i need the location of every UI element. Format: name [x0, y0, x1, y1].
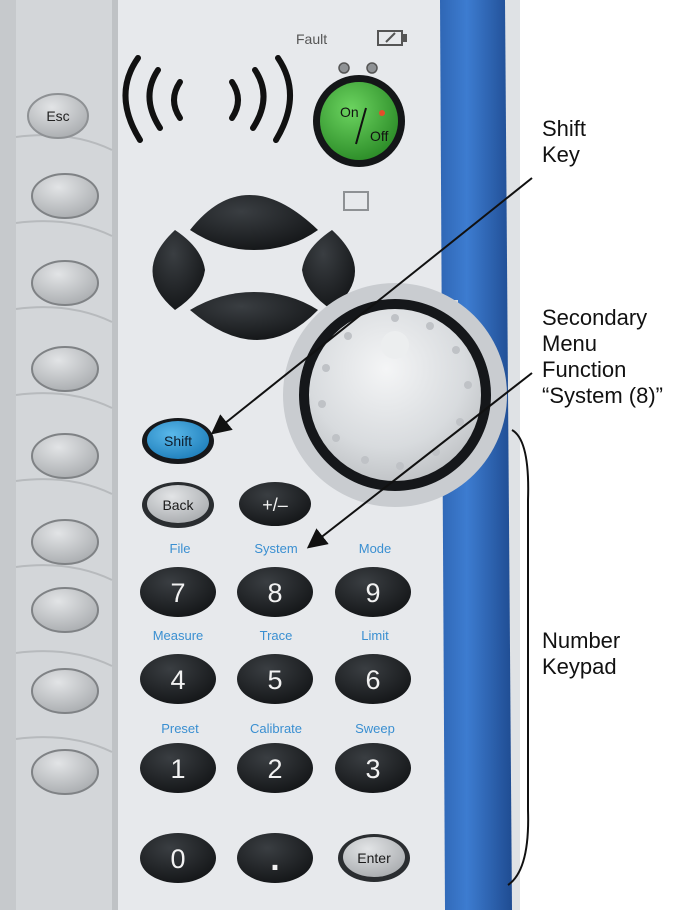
- shift-key-label: Shift: [164, 433, 192, 449]
- key-6-label: 6: [365, 665, 380, 695]
- secondary-label-mode: Mode: [359, 541, 392, 556]
- power-button[interactable]: On Off: [313, 75, 405, 167]
- callout-text-line: Shift: [542, 116, 587, 141]
- soft-key-3[interactable]: [31, 346, 99, 392]
- key-1-label: 1: [170, 754, 185, 784]
- key-8[interactable]: 8: [237, 567, 313, 617]
- callout-text-line: Function: [542, 357, 627, 382]
- callout-text-line: Secondary: [542, 305, 648, 330]
- power-off-label: Off: [370, 128, 389, 144]
- soft-key-2[interactable]: [31, 260, 99, 306]
- plus-minus-key-label: +/–: [262, 495, 288, 515]
- secondary-menu-callout: Secondary Menu Function “System (8)”: [542, 305, 663, 409]
- decimal-key[interactable]: .: [237, 833, 313, 883]
- enter-key[interactable]: Enter: [338, 834, 410, 882]
- device-front-panel: Esc Fault On Off Shift Back +/– File Sys…: [0, 0, 520, 910]
- key-9-label: 9: [365, 578, 380, 608]
- key-2-label: 2: [267, 754, 282, 784]
- soft-key-8[interactable]: [31, 749, 99, 795]
- callout-text-line: Menu: [542, 331, 598, 356]
- callout-text-line: Number: [542, 628, 621, 653]
- secondary-label-trace: Trace: [260, 628, 293, 643]
- shift-key-callout: Shift Key: [542, 116, 586, 168]
- shift-key[interactable]: Shift: [142, 418, 214, 464]
- back-key[interactable]: Back: [142, 482, 214, 528]
- key-5[interactable]: 5: [237, 654, 313, 704]
- key-4-label: 4: [170, 665, 185, 695]
- key-1[interactable]: 1: [140, 743, 216, 793]
- key-6[interactable]: 6: [335, 654, 411, 704]
- key-8-label: 8: [267, 578, 282, 608]
- key-3-label: 3: [365, 754, 380, 784]
- key-9[interactable]: 9: [335, 567, 411, 617]
- soft-key-4[interactable]: [31, 433, 99, 479]
- fault-label: Fault: [296, 31, 327, 47]
- power-on-label: On: [340, 104, 359, 120]
- callout-text-line: Key: [542, 142, 580, 167]
- callout-text-line: Keypad: [542, 654, 617, 679]
- key-7[interactable]: 7: [140, 567, 216, 617]
- key-5-label: 5: [267, 665, 282, 695]
- number-keypad-callout: Number Keypad: [542, 628, 620, 680]
- esc-key-label: Esc: [46, 108, 69, 124]
- enter-key-label: Enter: [357, 850, 391, 866]
- key-4[interactable]: 4: [140, 654, 216, 704]
- plus-minus-key[interactable]: +/–: [239, 482, 311, 526]
- secondary-label-system: System: [254, 541, 297, 556]
- decimal-key-label: .: [270, 840, 279, 878]
- key-3[interactable]: 3: [335, 743, 411, 793]
- soft-key-5[interactable]: [31, 519, 99, 565]
- secondary-label-measure: Measure: [153, 628, 204, 643]
- soft-key-1[interactable]: [31, 173, 99, 219]
- esc-key[interactable]: Esc: [27, 93, 89, 139]
- back-key-label: Back: [162, 497, 194, 513]
- key-2[interactable]: 2: [237, 743, 313, 793]
- secondary-label-sweep: Sweep: [355, 721, 395, 736]
- key-0-label: 0: [170, 844, 185, 874]
- secondary-label-limit: Limit: [361, 628, 389, 643]
- key-7-label: 7: [170, 578, 185, 608]
- secondary-label-calibrate: Calibrate: [250, 721, 302, 736]
- key-0[interactable]: 0: [140, 833, 216, 883]
- callout-text-line: “System (8)”: [542, 383, 663, 408]
- secondary-label-preset: Preset: [161, 721, 199, 736]
- secondary-label-file: File: [170, 541, 191, 556]
- rotary-knob[interactable]: [283, 283, 507, 507]
- soft-key-6[interactable]: [31, 587, 99, 633]
- soft-key-7[interactable]: [31, 668, 99, 714]
